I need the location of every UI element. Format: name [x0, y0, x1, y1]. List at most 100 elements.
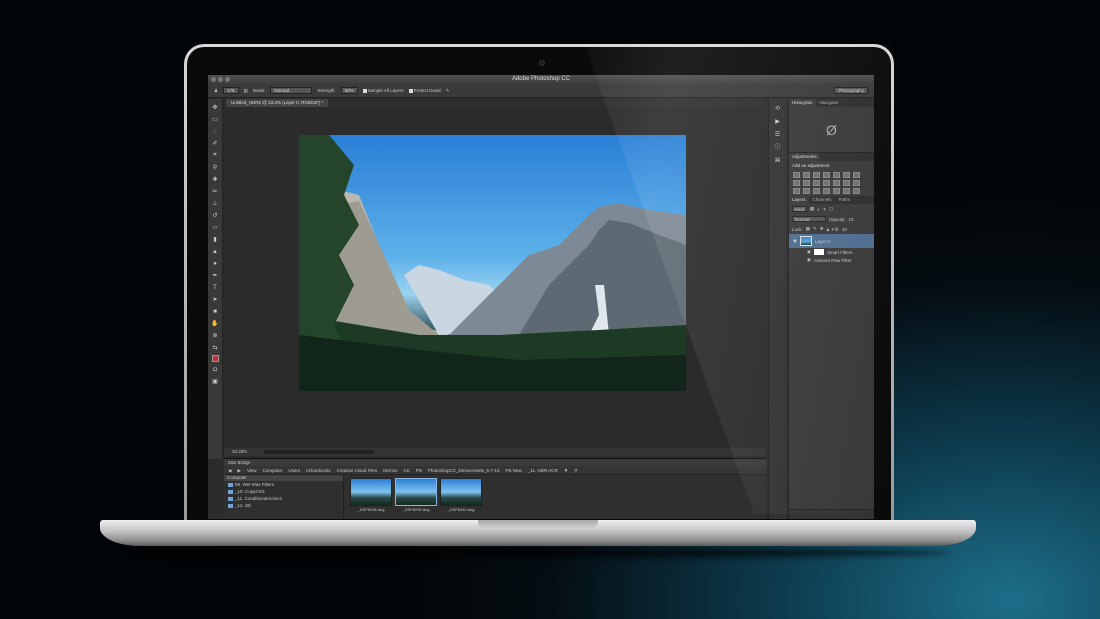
tab-layers[interactable]: Layers [789, 196, 809, 204]
path-crumb[interactable]: PhotoshopCC_DemoAssets_5-7-13 [428, 466, 500, 475]
back-icon[interactable]: ◀ [228, 466, 231, 475]
lock-transparent-icon[interactable]: ▦ [806, 226, 810, 232]
brush-tool-icon[interactable]: ✏ [211, 187, 220, 196]
tab-navigator[interactable]: Navigator [817, 99, 842, 107]
color-lookup-icon[interactable] [823, 180, 830, 186]
exposure-icon[interactable] [823, 172, 830, 178]
workspace-select[interactable]: Photography [834, 87, 868, 94]
lock-all-icon[interactable]: 🔒︎ [827, 227, 829, 232]
vibrance-icon[interactable] [833, 172, 840, 178]
filter-type-icon[interactable]: T [823, 207, 826, 212]
history-panel-icon[interactable]: ⟲ [774, 105, 782, 113]
minimize-window-button[interactable] [218, 77, 223, 82]
history-brush-icon[interactable]: ↺ [211, 211, 220, 220]
thumbnail[interactable]: _DSF6240.dng [440, 478, 482, 517]
visibility-eye-icon[interactable]: ◉ [793, 238, 797, 244]
folder-item[interactable]: _12. 3D [224, 502, 343, 509]
search-icon[interactable]: ⚲ [574, 466, 577, 475]
actions-panel-icon[interactable]: ▶ [774, 118, 782, 126]
lock-position-icon[interactable]: ✥ [820, 226, 824, 232]
tool-presets-icon[interactable]: ⌘ [774, 157, 782, 165]
eraser-tool-icon[interactable]: ▱ [211, 223, 220, 232]
match-color-icon[interactable] [843, 188, 850, 194]
path-crumb[interactable]: Creative Cloud Files [337, 466, 378, 475]
zoom-window-button[interactable] [225, 77, 230, 82]
color-balance-icon[interactable] [853, 172, 860, 178]
filter-pixel-icon[interactable]: ▦ [810, 206, 814, 212]
gradient-tool-icon[interactable]: ▮ [211, 235, 220, 244]
path-crumb[interactable]: Users [288, 466, 300, 475]
hue-saturation-icon[interactable] [843, 172, 850, 178]
path-crumb[interactable]: richardcurtis [306, 466, 331, 475]
strength-input[interactable]: 50% [340, 87, 358, 94]
path-crumb[interactable]: Computer [263, 466, 283, 475]
tab-channels[interactable]: Channels [810, 196, 835, 204]
opacity-value[interactable]: 10 [849, 217, 854, 222]
thumbnail[interactable]: _DSF6239.dng [395, 478, 437, 517]
shape-tool-icon[interactable]: ■ [211, 307, 220, 316]
selective-color-icon[interactable] [803, 188, 810, 194]
quick-select-tool-icon[interactable]: ✐ [211, 139, 220, 148]
lasso-tool-icon[interactable]: ◌ [211, 127, 220, 136]
document-tab[interactable]: Untitled_HDR2 @ 33.3% (Layer 0, RGB/32*)… [226, 99, 329, 107]
crop-tool-icon[interactable]: ⌗ [211, 151, 220, 160]
fill-value[interactable]: 10 [842, 227, 847, 232]
zoom-level[interactable]: 33.33% [232, 449, 247, 454]
tab-adjustments[interactable]: Adjustments [789, 153, 820, 161]
lock-image-icon[interactable]: ✎ [813, 226, 817, 232]
healing-tool-icon[interactable]: ✚ [211, 175, 220, 184]
path-crumb[interactable]: PS New [506, 466, 522, 475]
tab-histogram[interactable]: Histogram [789, 99, 816, 107]
invert-icon[interactable] [833, 180, 840, 186]
sponge-tool-icon[interactable]: ♟ [214, 88, 218, 94]
path-crumb[interactable]: Demos [383, 466, 397, 475]
layer-row[interactable]: ◉ Layer 0 [789, 234, 874, 248]
folder-item[interactable]: _11. ConditionalActions [224, 495, 343, 502]
move-tool-icon[interactable]: ✥ [211, 103, 220, 112]
eyedropper-tool-icon[interactable]: ⚲ [211, 163, 220, 172]
foreground-color-swatch[interactable] [211, 355, 219, 362]
filter-shape-icon[interactable]: ▢ [829, 206, 833, 212]
layer-name[interactable]: Layer 0 [815, 239, 830, 244]
view-button[interactable]: View [247, 466, 257, 475]
brush-size-picker[interactable]: 175 [223, 87, 239, 94]
threshold-icon[interactable] [853, 180, 860, 186]
forward-icon[interactable]: ▶ [237, 466, 240, 475]
zoom-tool-icon[interactable]: ⊕ [211, 331, 220, 340]
quick-mask-icon[interactable]: ◘ [211, 365, 220, 374]
brightness-contrast-icon[interactable] [793, 172, 800, 178]
pressure-icon[interactable]: ✎ [446, 88, 450, 94]
curves-icon[interactable] [813, 172, 820, 178]
hdr-toning-icon[interactable] [823, 188, 830, 194]
close-window-button[interactable] [211, 77, 216, 82]
shadows-highlights-icon[interactable] [813, 188, 820, 194]
camera-raw-filter-row[interactable]: ◉ Camera Raw Filter [789, 256, 874, 264]
visibility-eye-icon[interactable]: ◉ [807, 249, 811, 255]
replace-color-icon[interactable] [853, 188, 860, 194]
type-tool-icon[interactable]: T [211, 283, 220, 292]
properties-panel-icon[interactable]: ☰ [774, 131, 782, 139]
layer-kind-filter[interactable]: Kind [792, 206, 808, 212]
folder-item[interactable]: _10. CopyCSS [224, 488, 343, 495]
canvas-area[interactable] [224, 107, 766, 447]
screen-mode-icon[interactable]: ▣ [211, 377, 220, 386]
default-colors-icon[interactable]: ⇆ [211, 343, 220, 352]
path-select-tool-icon[interactable]: ➤ [211, 295, 220, 304]
path-crumb[interactable]: CC [403, 466, 410, 475]
info-panel-icon[interactable]: ⓘ [774, 144, 782, 152]
folder-item[interactable]: 09. Wet Wax Filters [224, 481, 343, 488]
levels-icon[interactable] [803, 172, 810, 178]
filter-adjustment-icon[interactable]: ◐ [817, 207, 820, 212]
pen-tool-icon[interactable]: ✒ [211, 271, 220, 280]
gradient-map-icon[interactable] [793, 188, 800, 194]
thumbnail[interactable]: _DSF6238.dng [350, 478, 392, 517]
sample-all-layers-checkbox[interactable]: Sample All Layers [362, 88, 404, 93]
filter-icon[interactable]: ▼ [564, 466, 568, 475]
black-white-icon[interactable] [793, 180, 800, 186]
visibility-eye-icon[interactable]: ◉ [807, 257, 811, 263]
dodge-tool-icon[interactable]: ● [211, 259, 220, 268]
posterize-icon[interactable] [843, 180, 850, 186]
desaturate-icon[interactable] [833, 188, 840, 194]
blur-tool-icon[interactable]: ▲ [211, 247, 220, 256]
channel-mixer-icon[interactable] [813, 180, 820, 186]
